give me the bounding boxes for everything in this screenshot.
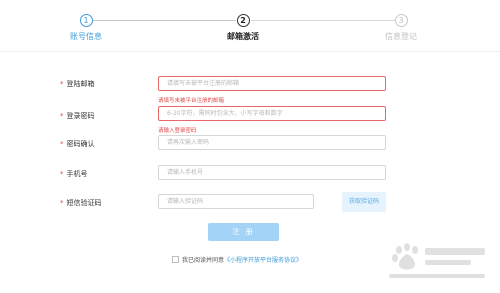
step-label: 邮箱激活 bbox=[227, 32, 259, 41]
step-number: 3 bbox=[394, 14, 408, 27]
password-error: 请输入登录密码 bbox=[158, 128, 197, 134]
required-mark: * bbox=[60, 199, 64, 207]
agreement-text: 我已阅读并同意 bbox=[182, 257, 225, 264]
phone-field[interactable]: 请输入手机号 bbox=[158, 165, 386, 180]
email-error: 请填写未被平台注册的邮箱 bbox=[158, 98, 225, 104]
confirm-password-label: * 密码确认 bbox=[60, 140, 95, 148]
agreement-row: 我已阅读并同意《小程序开放平台服务协议》 bbox=[172, 255, 302, 264]
step-indicator: 1 账号信息 2 邮箱激活 3 信息登记 bbox=[0, 0, 500, 52]
sms-code-placeholder: 请输入验证码 bbox=[167, 198, 204, 205]
phone-placeholder: 请输入手机号 bbox=[167, 169, 204, 176]
password-placeholder: 6-20字符，需同时包含大、小写字母和数字 bbox=[167, 110, 283, 117]
sms-code-label: * 短信验证码 bbox=[60, 199, 102, 207]
required-mark: * bbox=[60, 112, 64, 120]
password-label: * 登录密码 bbox=[60, 112, 95, 120]
step-number: 1 bbox=[79, 14, 93, 27]
sms-code-field[interactable]: 请输入验证码 bbox=[158, 194, 314, 209]
checkbox-icon[interactable] bbox=[172, 256, 179, 263]
required-mark: * bbox=[60, 80, 64, 88]
step-label: 账号信息 bbox=[70, 32, 102, 41]
step-label: 信息登记 bbox=[385, 32, 417, 41]
step-account-info: 1 账号信息 bbox=[46, 14, 126, 42]
confirm-password-field[interactable]: 请再次输入密码 bbox=[158, 135, 386, 150]
required-mark: * bbox=[60, 140, 64, 148]
email-label: * 登陆邮箱 bbox=[60, 80, 95, 88]
step-info-registration: 3 信息登记 bbox=[361, 14, 441, 42]
get-code-button[interactable]: 获取验证码 bbox=[342, 192, 386, 212]
step-number: 2 bbox=[236, 14, 250, 27]
password-field[interactable]: 6-20字符，需同时包含大、小写字母和数字 bbox=[158, 106, 386, 121]
confirm-password-placeholder: 请再次输入密码 bbox=[167, 139, 210, 146]
email-field[interactable]: 请填写未被平台注册的邮箱 bbox=[158, 76, 386, 91]
agreement-link[interactable]: 《小程序开放平台服务协议》 bbox=[224, 257, 302, 264]
phone-label: * 手机号 bbox=[60, 170, 88, 178]
required-mark: * bbox=[60, 170, 64, 178]
register-button[interactable]: 注 册 bbox=[208, 223, 279, 241]
watermark-icon bbox=[389, 243, 485, 278]
email-placeholder: 请填写未被平台注册的邮箱 bbox=[167, 80, 240, 87]
step-email-activation: 2 邮箱激活 bbox=[203, 14, 283, 42]
